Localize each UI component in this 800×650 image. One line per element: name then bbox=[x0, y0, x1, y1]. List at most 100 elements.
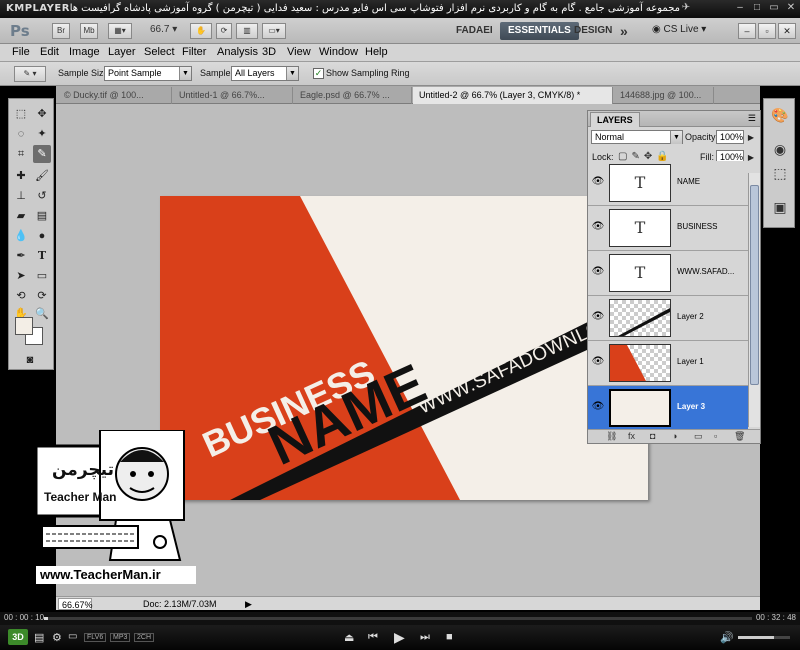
stop-icon[interactable]: ■ bbox=[446, 631, 453, 643]
zoom-tool-icon[interactable]: 🔍 bbox=[33, 305, 51, 323]
restore-icon[interactable]: □ bbox=[751, 2, 763, 14]
gradient-tool-icon[interactable]: ▤ bbox=[33, 207, 51, 225]
blend-mode-select[interactable]: Normal ▼ bbox=[591, 130, 683, 144]
pen-tool-icon[interactable]: ✒ bbox=[12, 247, 30, 265]
eraser-tool-icon[interactable]: ▰ bbox=[12, 207, 30, 225]
mini-bridge-button[interactable]: Mb bbox=[80, 23, 98, 39]
marquee-tool-icon[interactable]: ⬚ bbox=[12, 105, 30, 123]
visibility-eye-icon[interactable]: 👁 bbox=[591, 400, 605, 414]
menu-analysis[interactable]: Analysis bbox=[217, 46, 258, 58]
settings-gear-icon[interactable]: ⚙ bbox=[52, 631, 62, 644]
visibility-eye-icon[interactable]: 👁 bbox=[591, 265, 605, 279]
move-tool-icon[interactable]: ✥ bbox=[33, 105, 51, 123]
playlist-icon[interactable]: ▤ bbox=[34, 631, 44, 644]
transform-icon[interactable]: ⬚ bbox=[770, 163, 790, 183]
maximize-icon[interactable]: ▭ bbox=[768, 2, 780, 14]
layers-tab[interactable]: LAYERS bbox=[590, 112, 640, 127]
sample-size-select[interactable]: Point Sample ▼ bbox=[104, 66, 192, 81]
new-layer-icon[interactable]: ▫ bbox=[714, 431, 717, 441]
opacity-slider-arrow-icon[interactable]: ▶ bbox=[745, 129, 757, 147]
ps-minimize-button[interactable]: – bbox=[738, 23, 756, 39]
3d-rotate-tool-icon[interactable]: ⟲ bbox=[12, 287, 30, 305]
quick-mask-icon[interactable]: ◙ bbox=[19, 351, 41, 369]
3d-mode-icon[interactable]: 3D bbox=[8, 629, 28, 645]
hand-tool-button[interactable]: ✋ bbox=[190, 23, 212, 39]
close-icon[interactable]: ✕ bbox=[785, 2, 797, 14]
layer-row-www[interactable]: 👁 T WWW.SAFAD... bbox=[588, 251, 748, 296]
minimize-icon[interactable]: – bbox=[734, 2, 746, 14]
extras-dropdown[interactable]: ▦▾ bbox=[108, 23, 132, 39]
blur-tool-icon[interactable]: 💧 bbox=[12, 227, 30, 245]
foreground-color-swatch[interactable] bbox=[15, 317, 33, 335]
color-wheel-icon[interactable]: ◉ bbox=[770, 139, 790, 159]
menu-filter[interactable]: Filter bbox=[182, 46, 206, 58]
rectangle-tool-icon[interactable]: ▭ bbox=[33, 267, 51, 285]
3d-orbit-tool-icon[interactable]: ⟳ bbox=[33, 287, 51, 305]
visibility-eye-icon[interactable]: 👁 bbox=[591, 220, 605, 234]
zoom-level-field[interactable]: 66.7 ▾ bbox=[150, 24, 177, 35]
play-icon[interactable]: ▶ bbox=[394, 629, 405, 646]
next-icon[interactable]: ⏭ bbox=[420, 631, 430, 644]
type-tool-icon[interactable]: T bbox=[33, 247, 51, 265]
eject-icon[interactable]: ⏏ bbox=[344, 631, 354, 644]
dodge-tool-icon[interactable]: ● bbox=[33, 227, 51, 245]
doc-tab-144688[interactable]: 144688.jpg @ 100... bbox=[614, 87, 714, 104]
workspace-fadaei[interactable]: FADAEI bbox=[448, 22, 501, 40]
spot-healing-tool-icon[interactable]: ✚ bbox=[12, 167, 30, 185]
sample-select[interactable]: All Layers ▼ bbox=[231, 66, 299, 81]
status-menu-arrow[interactable]: ▶ bbox=[242, 598, 255, 610]
layer-style-icon[interactable]: fx bbox=[628, 431, 635, 441]
menu-help[interactable]: Help bbox=[365, 46, 388, 58]
link-layers-icon[interactable]: ⛓ bbox=[606, 431, 617, 442]
history-brush-tool-icon[interactable]: ↺ bbox=[33, 187, 51, 205]
player-title-bar[interactable]: KMPLAYER مجموعه آموزشی جامع . گام به گام… bbox=[0, 0, 800, 18]
layer-row-name[interactable]: 👁 T NAME bbox=[588, 161, 748, 206]
doc-tab-ducky[interactable]: © Ducky.tif @ 100... bbox=[58, 87, 172, 104]
pin-icon[interactable]: ✈ bbox=[680, 2, 692, 14]
doc-tab-untitled-2[interactable]: Untitled-2 @ 66.7% (Layer 3, CMYK/8) * bbox=[413, 87, 613, 104]
mini-bridge-icon[interactable]: ▣ bbox=[770, 197, 790, 217]
menu-select[interactable]: Select bbox=[144, 46, 175, 58]
volume-slider[interactable] bbox=[738, 636, 790, 639]
layer-row-business[interactable]: 👁 T BUSINESS bbox=[588, 206, 748, 251]
adjustment-layer-icon[interactable]: ◑ bbox=[672, 431, 677, 441]
screen-mode-button[interactable]: ▭▾ bbox=[262, 23, 286, 39]
panel-menu-icon[interactable]: ☰ bbox=[748, 113, 756, 124]
layers-scrollbar[interactable] bbox=[748, 173, 760, 427]
layer-row-layer-2[interactable]: 👁 Layer 2 bbox=[588, 296, 748, 341]
palette-icon[interactable]: 🎨 bbox=[770, 105, 790, 125]
lasso-tool-icon[interactable]: ◌ bbox=[12, 125, 30, 143]
menu-window[interactable]: Window bbox=[319, 46, 358, 58]
new-group-icon[interactable]: ▭ bbox=[694, 431, 703, 442]
layer-row-layer-1[interactable]: 👁 Layer 1 bbox=[588, 341, 748, 386]
player-seek-bar[interactable]: 00 : 00 : 10 00 : 32 : 48 bbox=[0, 612, 800, 625]
brush-tool-icon[interactable]: 🖌 bbox=[33, 167, 51, 185]
seek-track[interactable] bbox=[44, 617, 752, 620]
tool-preset-picker[interactable]: ✎ ▾ bbox=[14, 66, 46, 82]
ps-close-button[interactable]: ✕ bbox=[778, 23, 796, 39]
menu-3d[interactable]: 3D bbox=[262, 46, 276, 58]
path-selection-tool-icon[interactable]: ➤ bbox=[12, 267, 30, 285]
document-canvas[interactable]: WWW.SAFADOWNLOAD BUSINESS NAME bbox=[160, 196, 648, 500]
visibility-eye-icon[interactable]: 👁 bbox=[591, 175, 605, 189]
bridge-button[interactable]: Br bbox=[52, 23, 70, 39]
menu-file[interactable]: File bbox=[12, 46, 30, 58]
menu-layer[interactable]: Layer bbox=[108, 46, 136, 58]
visibility-eye-icon[interactable]: 👁 bbox=[591, 310, 605, 324]
rotate-view-button[interactable]: ⟳ bbox=[216, 23, 232, 39]
delete-layer-icon[interactable]: 🗑 bbox=[734, 431, 745, 442]
show-sampling-ring-checkbox[interactable]: ✓ bbox=[313, 68, 324, 79]
arrange-documents-button[interactable]: ▥ bbox=[236, 23, 258, 39]
ps-restore-button[interactable]: ▫ bbox=[758, 23, 776, 39]
visibility-eye-icon[interactable]: 👁 bbox=[591, 355, 605, 369]
menu-image[interactable]: Image bbox=[69, 46, 100, 58]
doc-tab-eagle[interactable]: Eagle.psd @ 66.7% ... bbox=[294, 87, 412, 104]
menu-edit[interactable]: Edit bbox=[40, 46, 59, 58]
more-workspaces-icon[interactable]: » bbox=[612, 22, 636, 40]
quick-select-tool-icon[interactable]: ✦ bbox=[33, 125, 51, 143]
crop-tool-icon[interactable]: ⌗ bbox=[12, 145, 30, 163]
previous-icon[interactable]: ⏮ bbox=[368, 631, 378, 644]
capture-icon[interactable]: ▭ bbox=[68, 631, 77, 642]
add-mask-icon[interactable]: ◘ bbox=[650, 431, 655, 441]
speaker-icon[interactable]: 🔊 bbox=[720, 631, 734, 644]
